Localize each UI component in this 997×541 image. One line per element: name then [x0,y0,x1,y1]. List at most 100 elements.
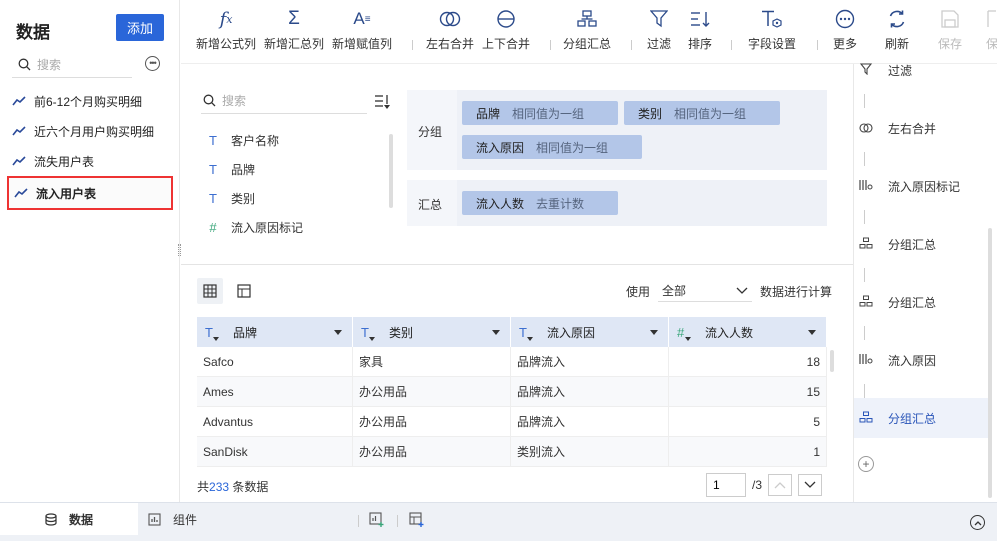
sidebar: 数据 添加 ••• 前6-12个月购买明细 近六个月用户购买明细 流失用户表 流… [0,0,180,502]
field-scrollbar[interactable] [389,134,393,208]
tab-data[interactable]: 数据 [0,503,138,535]
sort-icon [690,8,710,30]
dropdown-arrow-icon[interactable] [808,330,816,335]
line-chart-icon [12,126,26,136]
summary-chip[interactable]: 流入人数 去重计数 [462,191,618,215]
save-icon [941,8,959,30]
table-scrollbar[interactable] [830,350,834,372]
field-item[interactable]: # 流入原因标记 [207,213,303,242]
search-icon [203,94,216,107]
filter-button[interactable]: 过滤 [647,8,671,52]
text-type-icon: T [209,133,217,148]
merge-tb-icon [497,8,515,30]
step-item[interactable]: 左右合并 [854,108,988,148]
step-item[interactable]: 过滤 [854,50,988,90]
line-chart-icon [12,156,26,166]
group-summary-icon [858,411,874,426]
view-toggle [197,278,257,304]
dropdown-arrow-icon[interactable] [492,330,500,335]
number-type-icon: # [677,325,693,341]
add-dashboard-icon[interactable] [409,512,424,530]
merge-top-bottom-button[interactable]: 上下合并 [482,8,530,52]
layout-view-icon[interactable] [231,278,257,304]
field-settings-button[interactable]: 字段设置 [748,8,796,52]
steps-scrollbar[interactable] [988,228,992,498]
refresh-button[interactable]: 刷新 [885,8,909,52]
save-as-button[interactable]: 保 [986,8,997,52]
step-item[interactable]: 流入原因 [854,340,988,380]
save-icon [987,8,997,30]
dropdown-arrow-icon[interactable] [334,330,342,335]
merge-lr-icon [858,121,874,136]
sigma-icon: Σ [288,8,300,29]
column-header[interactable]: T 流入原因 [511,317,669,347]
group-summary-icon [577,8,597,30]
page-total: /3 [752,478,763,492]
group-chip[interactable]: 品牌 相同值为一组 [462,101,618,125]
page-input[interactable] [706,473,746,497]
sidebar-search[interactable] [12,52,132,78]
next-page-button[interactable] [798,474,823,496]
tab-component[interactable]: 组件 [148,503,197,535]
field-item[interactable]: T 品牌 [207,155,303,184]
fx-icon: fx [219,8,233,30]
merge-left-right-button[interactable]: 左右合并 [426,8,474,52]
more-options-icon[interactable]: ••• [145,56,160,71]
field-sort-icon[interactable] [374,94,392,113]
add-component-icon[interactable] [369,512,384,530]
column-header[interactable]: # 流入人数 [669,317,827,347]
dropdown-arrow-icon[interactable] [650,330,658,335]
calc-scope: 使用 全部 数据进行计算 [626,280,832,302]
save-button[interactable]: 保存 [938,8,962,52]
line-chart-icon [14,188,28,198]
add-step-icon[interactable]: + [858,456,874,472]
group-chip[interactable]: 类别 相同值为一组 [624,101,780,125]
dataset-item[interactable]: 近六个月用户购买明细 [0,116,180,146]
group-chip[interactable]: 流入原因 相同值为一组 [462,135,642,159]
group-drop-area[interactable]: 分组 品牌 相同值为一组 类别 相同值为一组 流入原因 相同值为一组 [407,90,827,170]
sidebar-title: 数据 [16,23,50,42]
add-assign-column-button[interactable]: A ≡ 新增赋值列 [332,8,392,52]
field-search[interactable] [201,88,367,114]
bottom-tab-bar: 数据 组件 [0,502,997,541]
calc-scope-select[interactable]: 全部 [658,280,753,302]
column-header[interactable]: T 品牌 [197,317,353,347]
text-type-icon: T [205,325,221,341]
formula-column-icon [858,179,874,194]
dataset-item[interactable]: 流失用户表 [0,146,180,176]
prev-page-button[interactable] [768,474,793,496]
sort-button[interactable]: 排序 [688,8,712,52]
table-body: Safco 家具 品牌流入 18 Ames 办公用品 品牌流入 15 Advan… [197,347,827,467]
refresh-icon [887,8,907,30]
table-row: Safco 家具 品牌流入 18 [197,347,827,377]
dataset-label: 近六个月用户购买明细 [34,124,155,139]
collapse-icon[interactable] [970,515,985,530]
dataset-item[interactable]: 前6-12个月购买明细 [0,86,180,116]
step-item[interactable]: 分组汇总 [854,224,988,264]
add-button[interactable]: 添加 [116,14,164,41]
data-table: T 品牌 T 类别 T 流入原因 # 流入人数 Safco 家具 品牌流入 18 Ame… [197,317,827,467]
field-item[interactable]: T 类别 [207,184,303,213]
add-formula-column-button[interactable]: fx 新增公式列 [196,8,256,52]
sidebar-search-input[interactable] [37,57,127,72]
dataset-item-active[interactable]: 流入用户表 [7,176,173,210]
text-type-icon: T [361,325,377,341]
text-type-icon: T [519,325,535,341]
table-row: Ames 办公用品 品牌流入 15 [197,377,827,407]
step-item[interactable]: 流入原因标记 [854,166,988,206]
group-summary-button[interactable]: 分组汇总 [563,8,611,52]
group-label: 分组 [417,125,442,139]
group-summary-icon [858,237,874,252]
add-summary-column-button[interactable]: Σ 新增汇总列 [264,8,324,52]
summary-drop-area[interactable]: 汇总 流入人数 去重计数 [407,180,827,226]
table-row: SanDisk 办公用品 类别流入 1 [197,437,827,467]
chevron-down-icon [804,481,816,488]
field-item[interactable]: T 客户名称 [207,126,303,155]
chevron-up-icon [774,482,786,489]
field-search-input[interactable] [222,93,342,108]
step-item-active[interactable]: 分组汇总 [854,398,988,438]
column-header[interactable]: T 类别 [353,317,511,347]
table-view-icon[interactable] [197,278,223,304]
more-button[interactable]: 更多 [833,8,857,52]
step-item[interactable]: 分组汇总 [854,282,988,322]
